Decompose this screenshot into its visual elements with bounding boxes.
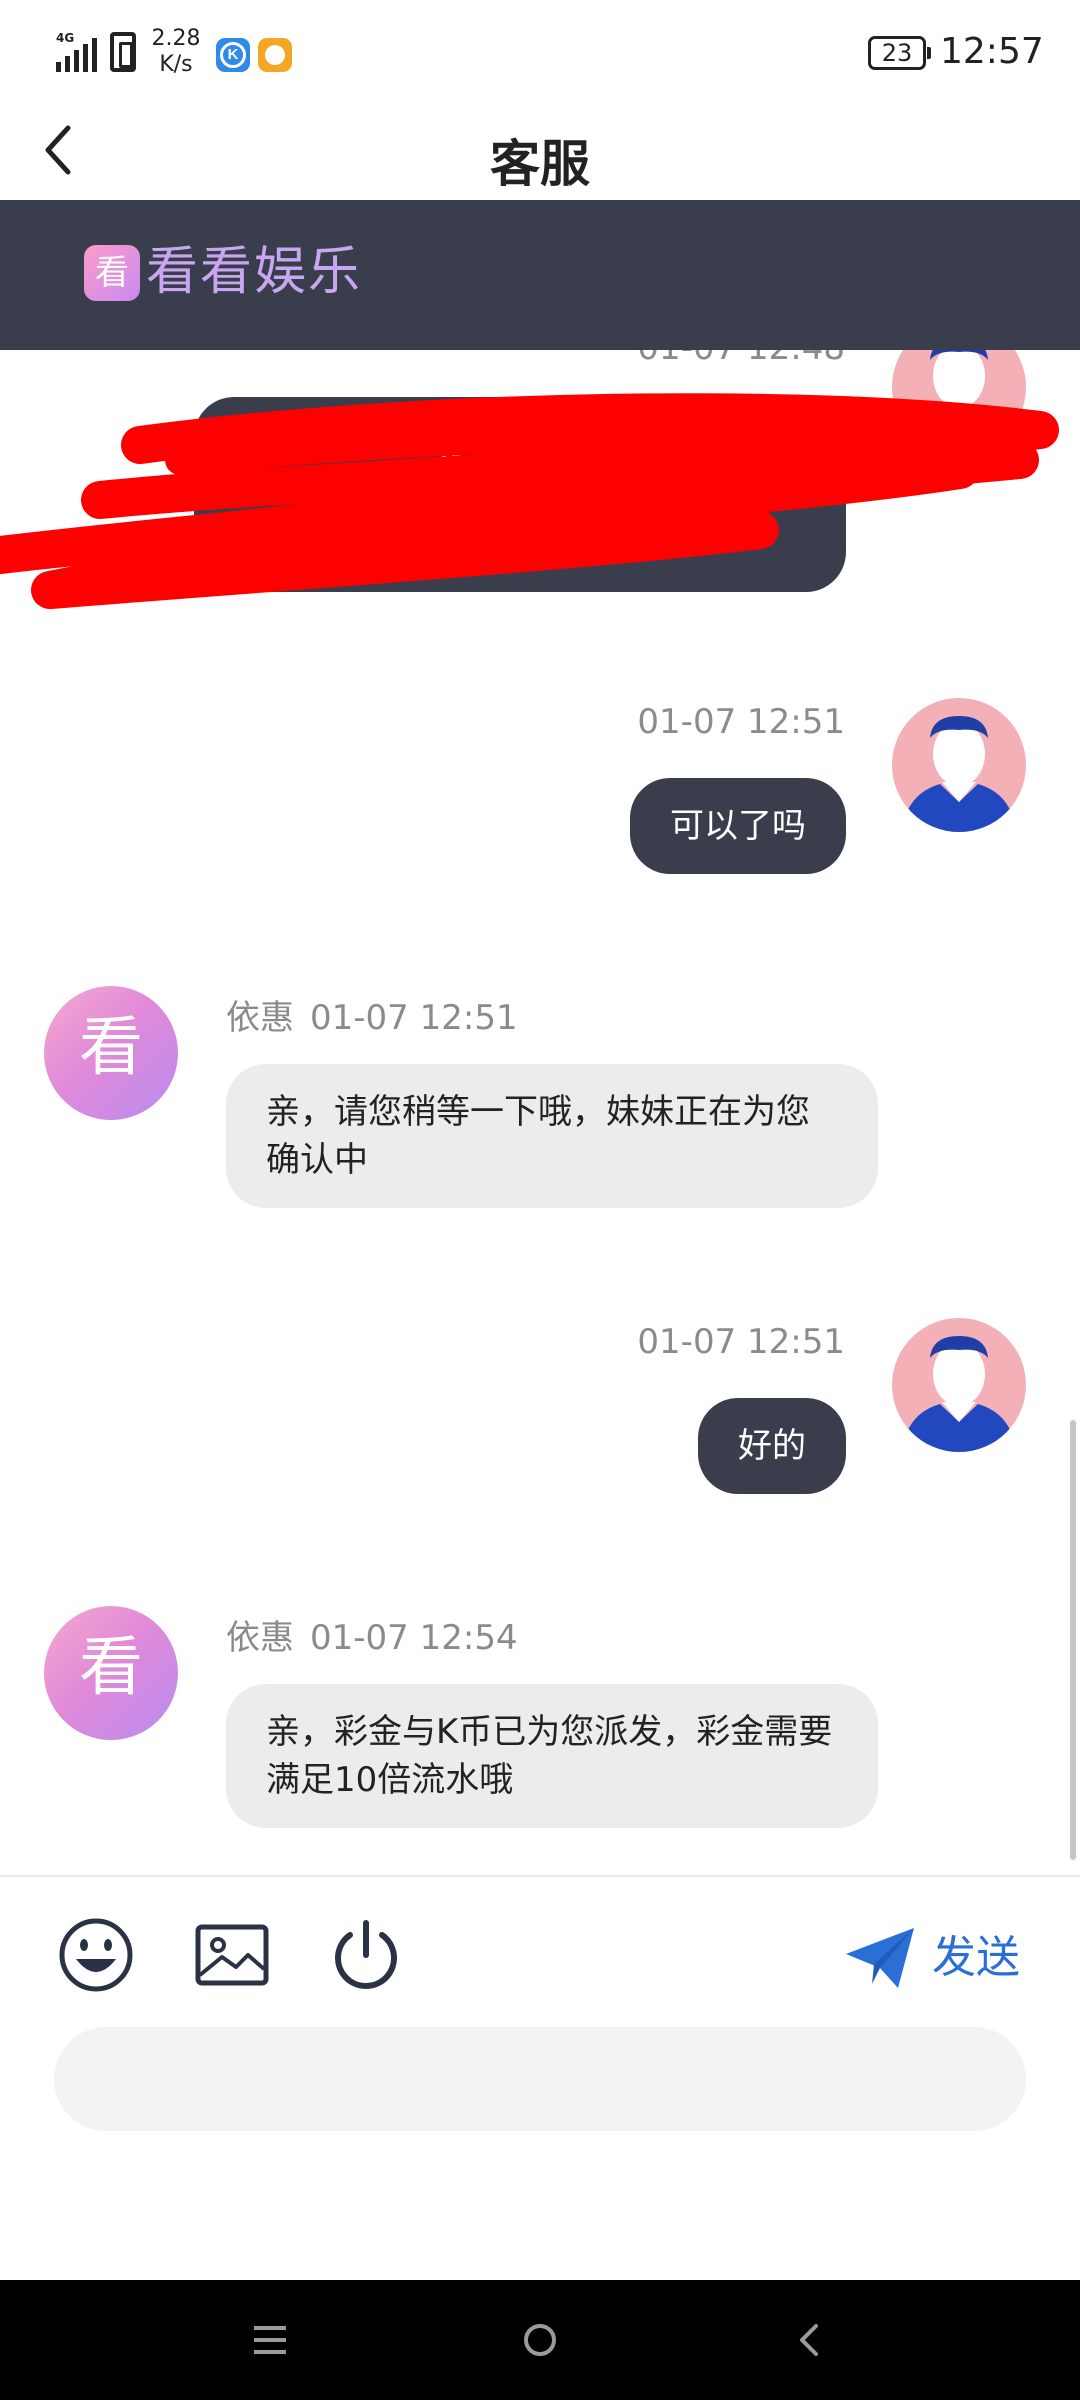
user-avatar bbox=[892, 1318, 1026, 1452]
agent-avatar: 看 bbox=[44, 986, 178, 1120]
agent-avatar-glyph: 看 bbox=[79, 1011, 143, 1085]
network-speed-unit: K/s bbox=[159, 52, 193, 77]
page-title: 客服 bbox=[490, 135, 590, 193]
message-text: 亲，请您稍等一下哦，妹妹正在为您确认中 bbox=[266, 1092, 810, 1180]
message-bubble-user: 好的 bbox=[698, 1398, 846, 1494]
message-bubble-user: 可以了吗 bbox=[630, 778, 846, 874]
home-icon[interactable] bbox=[508, 2308, 572, 2372]
send-button[interactable]: 发送 bbox=[840, 1918, 1040, 1998]
message-meta: 依惠 01-07 12:54 bbox=[226, 1610, 518, 1659]
redaction-scribble bbox=[0, 393, 1059, 609]
system-nav-bar bbox=[0, 2280, 1080, 2400]
app-notification-icon bbox=[216, 38, 250, 72]
user-silhouette-icon bbox=[902, 716, 1016, 832]
message-text: 可以了吗 bbox=[670, 806, 806, 846]
message-time: 01-07 12:51 bbox=[637, 1322, 845, 1362]
network-label: 4G bbox=[56, 31, 74, 45]
clock: 12:57 bbox=[940, 31, 1044, 72]
signal-icon: 4G bbox=[56, 31, 97, 72]
status-bar: 4G 2.28 K/s 23 12:57 bbox=[0, 0, 1080, 100]
message-bubble-agent: 亲，请您稍等一下哦，妹妹正在为您确认中 bbox=[226, 1064, 878, 1208]
battery-icon: 23 bbox=[868, 36, 931, 70]
message-text: 好的 bbox=[738, 1426, 806, 1466]
send-label: 发送 bbox=[932, 1932, 1020, 1983]
menu-icon[interactable] bbox=[238, 2308, 302, 2372]
chat-scrollbar[interactable] bbox=[1070, 1420, 1076, 1860]
app-notification-icon bbox=[258, 38, 292, 72]
network-speed: 2.28 K/s bbox=[150, 26, 202, 78]
message-bubble-agent: 亲，彩金与K币已为您派发，彩金需要满足10倍流水哦 bbox=[226, 1684, 878, 1828]
power-icon[interactable] bbox=[326, 1915, 406, 1995]
agent-avatar: 看 bbox=[44, 1606, 178, 1740]
divider bbox=[0, 1875, 1080, 1877]
brand-name: 看看娱乐 bbox=[146, 242, 363, 302]
image-icon[interactable] bbox=[192, 1915, 272, 1995]
agent-name: 依惠 bbox=[226, 998, 294, 1038]
emoji-icon[interactable] bbox=[56, 1915, 136, 1995]
agent-name: 依惠 bbox=[226, 1618, 294, 1658]
brand-logo-icon: 看 bbox=[84, 245, 140, 301]
network-speed-value: 2.28 bbox=[151, 26, 201, 51]
message-input[interactable] bbox=[54, 2027, 1026, 2131]
sim-icon bbox=[110, 32, 136, 72]
brand-banner: 看 看看娱乐 bbox=[0, 200, 1080, 350]
agent-avatar-glyph: 看 bbox=[79, 1631, 143, 1705]
user-silhouette-icon bbox=[902, 1336, 1016, 1452]
message-time: 01-07 12:51 bbox=[310, 998, 518, 1038]
message-time: 01-07 12:54 bbox=[310, 1618, 518, 1658]
message-text: 亲，彩金与K币已为您派发，彩金需要满足10倍流水哦 bbox=[266, 1712, 833, 1800]
app-header: 客服 bbox=[0, 100, 1080, 200]
nav-back-icon[interactable] bbox=[778, 2308, 842, 2372]
message-time: 01-07 12:51 bbox=[637, 702, 845, 742]
paper-plane-icon bbox=[846, 1928, 914, 1988]
message-meta: 依惠 01-07 12:51 bbox=[226, 990, 518, 1039]
user-avatar bbox=[892, 698, 1026, 832]
chat-message-list[interactable]: 01-07 12:48 我娱乐账号ID是 01-07 12:51 可以了吗 看 … bbox=[0, 350, 1080, 1875]
